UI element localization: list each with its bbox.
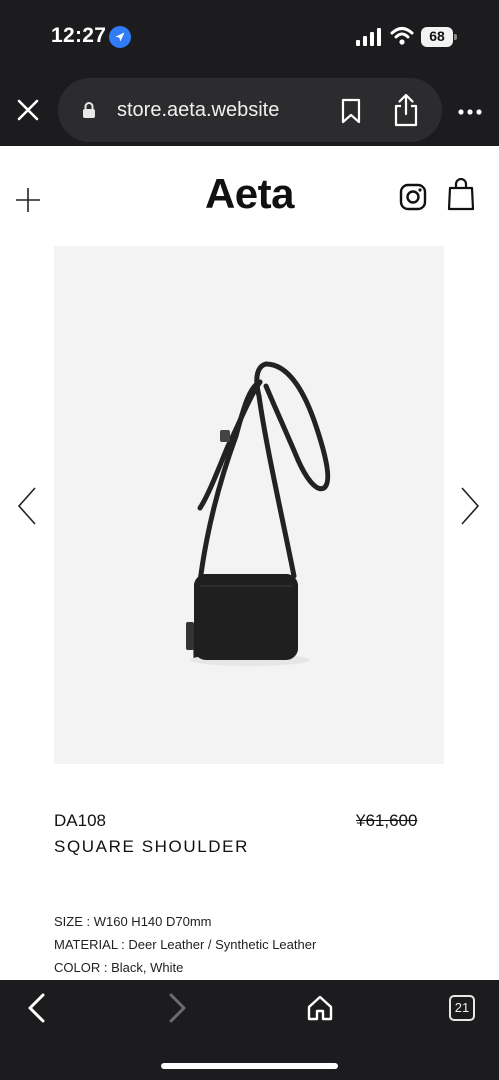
- url-text[interactable]: store.aeta.website: [117, 99, 279, 122]
- tabs-icon[interactable]: 21: [449, 995, 475, 1021]
- product-photo: [186, 361, 331, 666]
- share-icon[interactable]: [393, 93, 419, 127]
- forward-icon[interactable]: [168, 992, 188, 1024]
- home-indicator[interactable]: [161, 1063, 338, 1069]
- bookmark-icon[interactable]: [340, 98, 362, 124]
- product-size: SIZE : W160 H140 D70mm: [54, 914, 212, 929]
- product-color: COLOR : Black, White: [54, 960, 184, 975]
- instagram-icon[interactable]: [399, 183, 427, 211]
- battery-nub: [454, 34, 457, 40]
- product-price: ¥61,600: [356, 811, 418, 830]
- tab-count: 21: [454, 1000, 470, 1015]
- battery-icon: 68: [421, 27, 457, 47]
- prev-image-arrow-icon[interactable]: [16, 486, 38, 526]
- status-time: 12:27: [51, 24, 107, 47]
- close-icon[interactable]: [16, 98, 40, 122]
- battery-level: 68: [429, 28, 445, 44]
- wifi-icon: [390, 26, 414, 46]
- next-image-arrow-icon[interactable]: [459, 486, 481, 526]
- product-code: DA108: [54, 811, 106, 830]
- product-name: SQUARE SHOULDER: [54, 837, 249, 856]
- status-bar: 12:27 68: [0, 0, 499, 74]
- location-arrow-icon: [109, 26, 131, 48]
- browser-top-bar: 12:27 68 store.aeta.website: [0, 0, 499, 146]
- product-image[interactable]: [54, 246, 444, 764]
- more-icon[interactable]: [457, 104, 483, 115]
- cellular-signal-icon: [356, 28, 382, 46]
- product-material: MATERIAL : Deer Leather / Synthetic Leat…: [54, 937, 317, 952]
- shopping-bag-icon[interactable]: [447, 177, 475, 211]
- lock-icon: [82, 101, 96, 119]
- home-icon[interactable]: [306, 994, 334, 1022]
- back-icon[interactable]: [26, 992, 46, 1024]
